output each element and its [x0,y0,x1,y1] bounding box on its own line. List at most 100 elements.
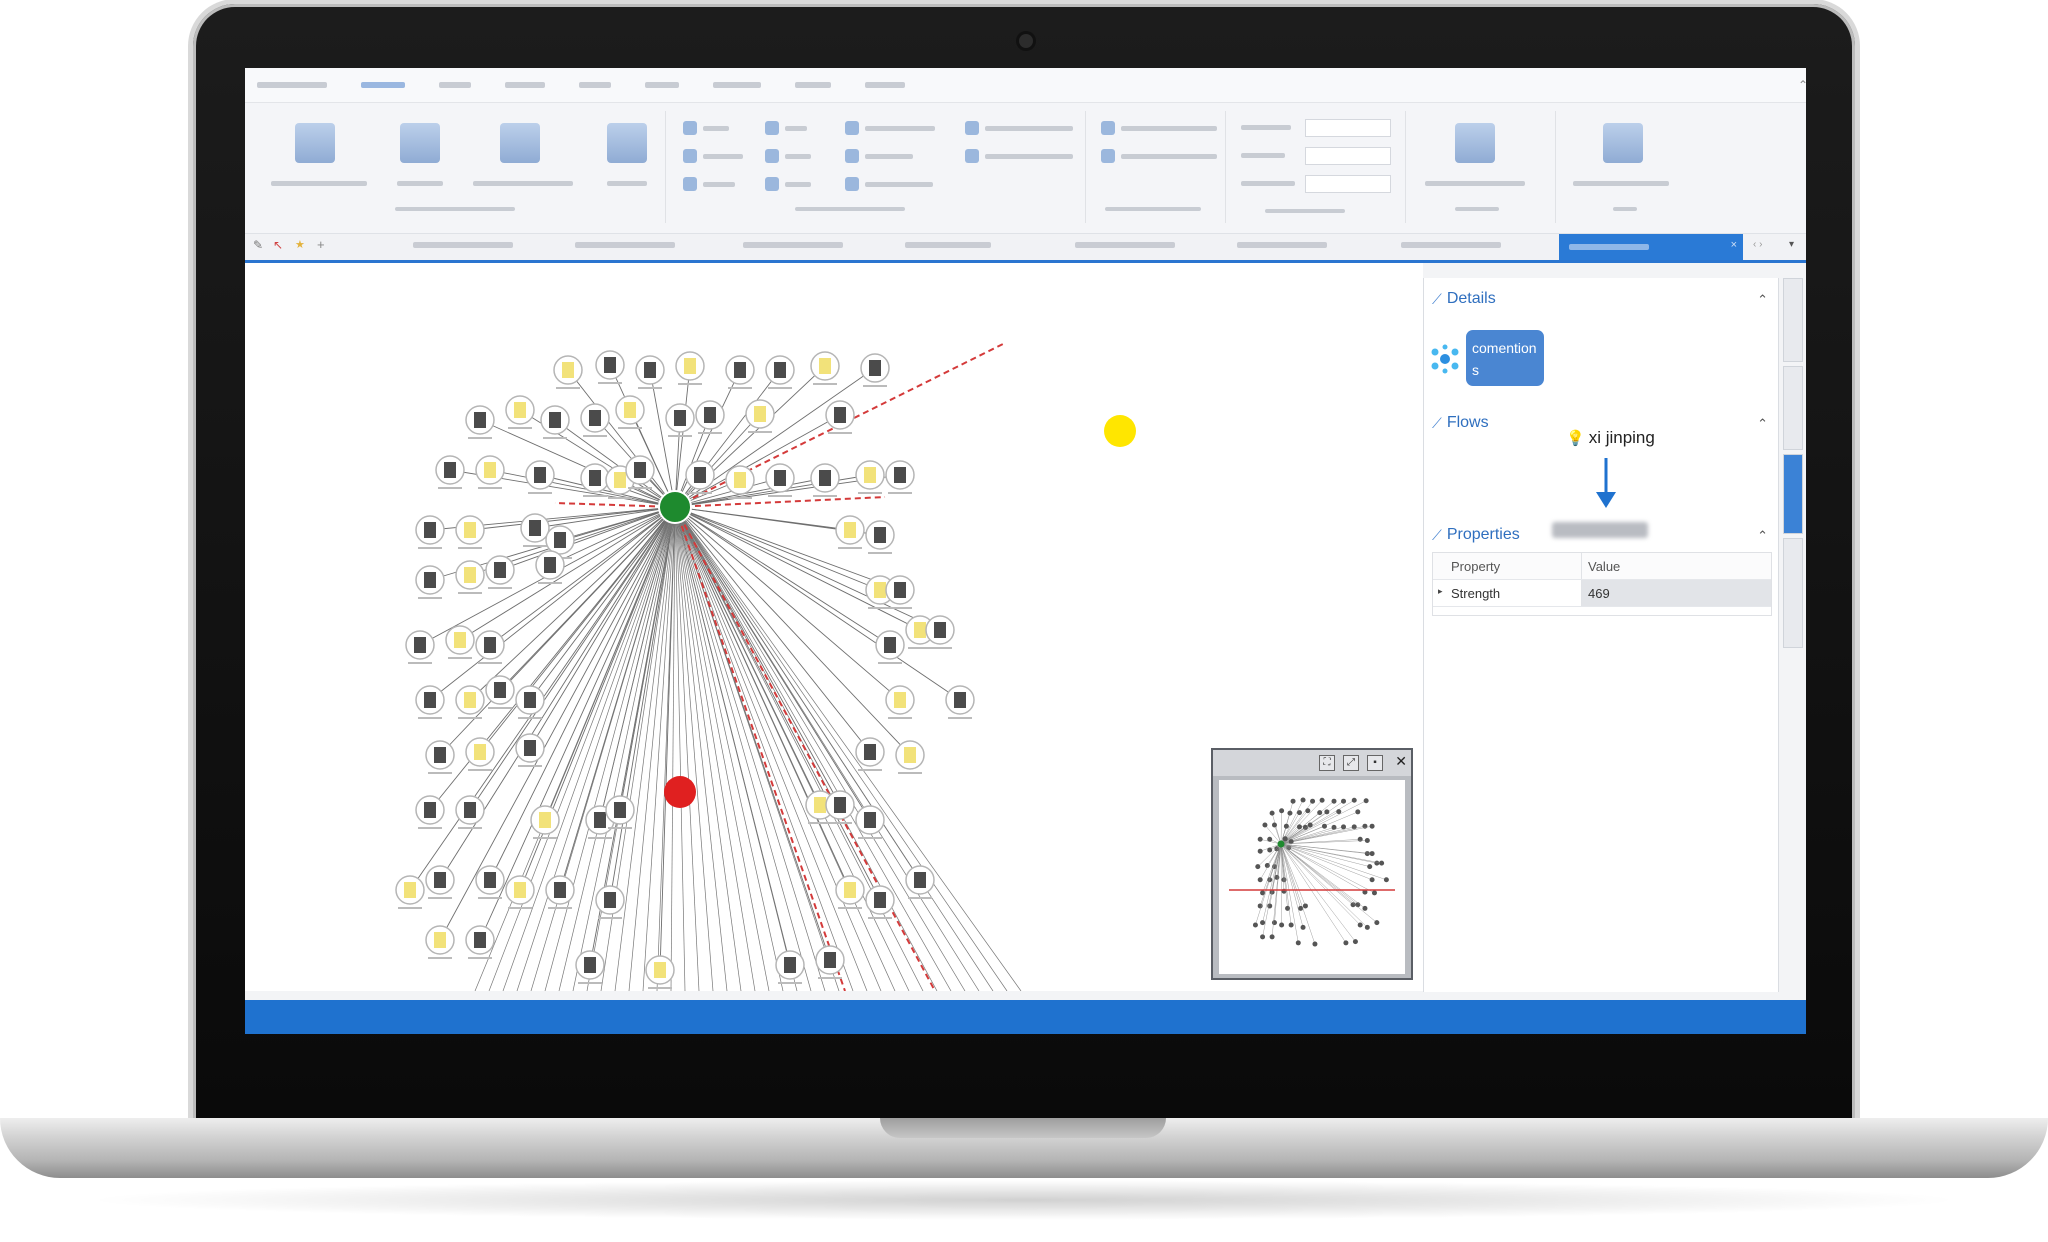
ribbon-group-appearance [1225,111,1406,223]
webcam [1019,34,1033,48]
lightbulb-icon [654,962,666,978]
pointer-icon[interactable]: ↖ [273,238,283,252]
document-tab[interactable] [905,242,991,248]
node-label [488,587,512,589]
document-tab-active[interactable]: × [1559,234,1743,260]
flow-source[interactable]: 💡 xi jinping [1566,428,1655,448]
document-tab[interactable] [413,242,513,248]
tab-graph[interactable] [1783,278,1803,362]
graph-edge [649,369,676,508]
lightbulb-icon [514,882,526,898]
embed-image-icon[interactable] [845,177,859,191]
menu-tab[interactable] [257,82,327,88]
pencil-icon[interactable]: ✎ [253,238,263,252]
document-tab[interactable] [1237,242,1327,248]
overview-minimap[interactable] [1219,780,1405,974]
menu-tab[interactable] [645,82,679,88]
properties-title: Properties [1446,526,1520,543]
fit-icon[interactable]: ⛶ [1319,755,1335,771]
add-icon[interactable] [683,121,697,135]
properties-table: Property Value ▸ Strength 469 [1432,552,1772,616]
star-icon[interactable]: ★ [295,238,305,251]
laptop-notch [880,1118,1166,1138]
tab-scroll-icon[interactable]: ‹ › [1753,239,1762,250]
tab-vertices[interactable] [1783,366,1803,450]
graph-edge [674,506,1022,992]
neighbors-icon[interactable] [845,121,859,135]
menu-tab[interactable] [795,82,831,88]
chart-icon[interactable] [295,123,335,163]
person-photo [549,412,561,428]
flows-header[interactable]: ⟋ Flows [1432,414,1489,432]
paste-icon[interactable] [765,177,779,191]
properties-header[interactable]: ⟋ Properties [1432,526,1520,544]
graph-edge-icon: ⟋ [1432,414,1442,431]
mini-node [1260,920,1266,926]
menu-tab[interactable] [505,82,545,88]
table-row[interactable]: ▸ Strength 469 [1433,580,1771,607]
graph-edge [674,506,961,701]
document-tab[interactable] [743,242,843,248]
font-size-field[interactable] [1305,147,1391,165]
graph-edge [642,506,676,992]
column-header-value[interactable]: Value [1581,553,1771,579]
tab-menu-icon[interactable]: ▾ [1789,239,1794,250]
column-header-property[interactable]: Property [1433,559,1581,574]
lightbulb-icon [514,402,526,418]
tab-histogram[interactable] [1783,538,1803,648]
details-header[interactable]: ⟋ Details [1432,290,1496,308]
collapse-properties-icon[interactable]: ⌃ [1757,528,1768,544]
copy-icon[interactable] [765,149,779,163]
mini-node [1374,860,1380,866]
node-label [898,772,922,774]
pin-icon[interactable]: ▪ [1367,755,1383,771]
cpp-operations-icon[interactable] [1603,123,1643,163]
menu-tab[interactable] [579,82,611,88]
operations-icon[interactable] [500,123,540,163]
mini-node [1374,920,1380,926]
document-tab[interactable] [575,242,675,248]
collapse-flows-icon[interactable]: ⌃ [1757,416,1768,432]
node-label [538,582,562,584]
cut-icon[interactable] [765,121,779,135]
add-tab-icon[interactable]: + [317,237,325,252]
lightbulb-icon [562,362,574,378]
document-tab[interactable] [1401,242,1501,248]
tab-edges[interactable] [1783,454,1803,534]
lightbulb-icon [539,812,551,828]
menu-tab-active[interactable] [361,82,405,88]
document-tab[interactable] [1075,242,1175,248]
mini-node [1336,809,1342,815]
collapse-ribbon-icon[interactable]: ⌃ [1798,78,1806,92]
menu-tab[interactable] [865,82,905,88]
linked-icon[interactable] [845,149,859,163]
close-tab-icon[interactable]: × [1731,239,1737,251]
remove-icon[interactable] [683,149,697,163]
node-label [828,432,852,434]
merge-icon[interactable] [683,177,697,191]
property-value[interactable]: 469 [1581,580,1771,606]
font-color-field[interactable] [1305,119,1391,137]
collapse-details-icon[interactable]: ⌃ [1757,292,1768,308]
group-nodes-icon[interactable] [965,121,979,135]
connect-nodes-icon[interactable] [965,149,979,163]
ribbon-group-graph [245,111,666,223]
node-label [908,897,932,899]
expand-row-icon[interactable]: ▸ [1438,586,1443,597]
path-operations-icon[interactable] [1101,149,1115,163]
person-photo [534,467,546,483]
expand-icon[interactable]: ⤢ [1343,755,1359,771]
flow-target-redacted[interactable] [1552,522,1648,538]
graph-edge [674,506,840,992]
search-operations-icon[interactable] [1101,121,1115,135]
font-family-field[interactable] [1305,175,1391,193]
menu-tab[interactable] [713,82,761,88]
export-icon[interactable] [1455,123,1495,163]
overview-window[interactable]: ⛶ ⤢ ▪ ✕ [1211,748,1413,980]
menu-tab[interactable] [439,82,471,88]
close-icon[interactable]: ✕ [1395,753,1407,770]
schema-icon[interactable] [607,123,647,163]
edge-type-label[interactable]: comentions [1466,330,1544,386]
layout-icon[interactable] [400,123,440,163]
node-label [813,495,837,497]
